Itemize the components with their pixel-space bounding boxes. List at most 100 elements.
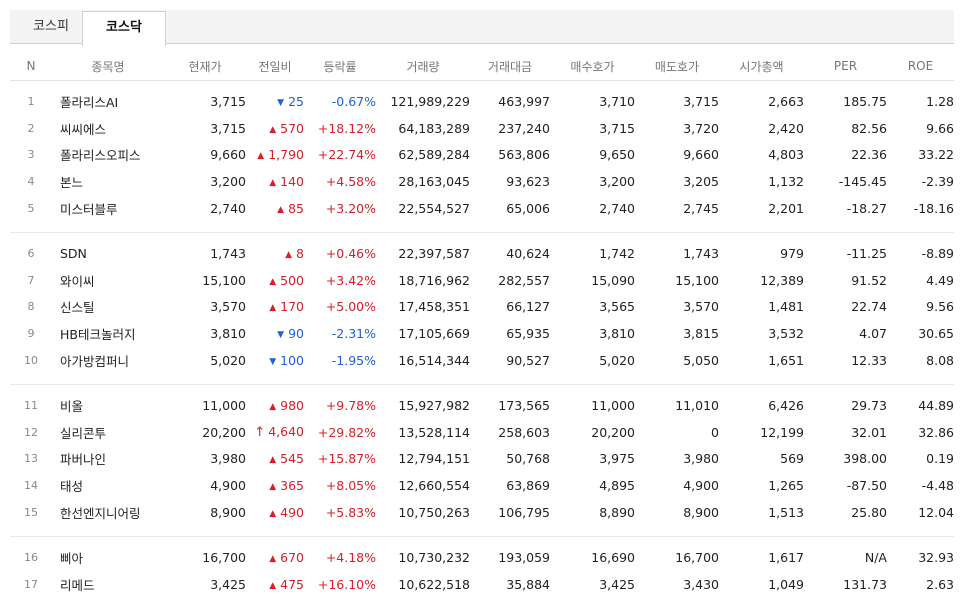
col-header-name: 종목명 [52, 52, 164, 81]
up-triangle-icon: ▲ [269, 303, 277, 314]
table-row[interactable]: 9 HB테크놀러지 3,810 ▼ 90 -2.31% 17,105,669 65,935 3,… [10, 320, 955, 347]
change-amount: ▲ 545 [246, 446, 304, 473]
change-rate: +16.10% [317, 576, 376, 592]
col-header-change[interactable]: 전일비 [246, 52, 304, 81]
bid-price: 11,000 [591, 397, 635, 413]
stock-name-link[interactable]: 아가방컴퍼니 [52, 347, 164, 374]
col-header-mcap[interactable]: 시가총액 [719, 52, 804, 81]
col-header-price[interactable]: 현재가 [164, 52, 246, 81]
trade-amount: 282,557 [498, 272, 550, 288]
table-row[interactable]: 12 실리콘투 20,200 ↑ 4,640 +29.82% 13,528,114 258,6… [10, 419, 954, 446]
bid-price: 4,895 [599, 478, 635, 494]
col-header-ask[interactable]: 매도호가 [635, 52, 719, 81]
table-row[interactable]: 13 파버나인 3,980 ▲ 545 +15.87% 12,794,151 50,768 3,… [10, 446, 954, 473]
table-row[interactable]: 4 본느 3,200 ▲ 140 +4.58% 28,163,045 93,623 3,200 3… [10, 168, 955, 195]
rank-number: 6 [27, 246, 35, 260]
stock-name-link[interactable]: 신스틸 [52, 294, 164, 321]
bid-price: 9,650 [599, 147, 635, 163]
stock-name-link[interactable]: 리메드 [52, 571, 164, 598]
trade-amount: 563,806 [498, 147, 550, 163]
roe-value: 33.22 [918, 147, 954, 163]
col-header-rate[interactable]: 등락률 [304, 52, 376, 81]
change-rate: +8.05% [325, 478, 376, 494]
table-row[interactable]: 14 태성 4,900 ▲ 365 +8.05% 12,660,554 63,869 4,895… [10, 472, 954, 499]
rank-number: 7 [27, 273, 35, 287]
change-amount: ▲ 8 [246, 240, 304, 267]
bid-price: 3,810 [599, 326, 635, 342]
table-row[interactable]: 15 한선엔지니어링 8,900 ▲ 490 +5.83% 10,750,263 106,79… [10, 499, 954, 526]
col-header-per[interactable]: PER [804, 52, 887, 81]
roe-value: 12.04 [918, 505, 954, 521]
table-row[interactable]: 3 폴라리스오피스 9,660 ▲ 1,790 +22.74% 62,589,284 563,… [10, 142, 955, 169]
per-value: 4.07 [859, 326, 887, 342]
change-rate: +15.87% [317, 451, 376, 467]
ask-price: 1,743 [683, 245, 719, 261]
table-row[interactable]: 5 미스터블루 2,740 ▲ 85 +3.20% 22,554,527 65,006 2,74… [10, 195, 955, 222]
roe-value: -8.89 [921, 245, 954, 261]
tab-kospi[interactable]: 코스피 [20, 10, 82, 44]
stock-name-link[interactable]: HB테크놀러지 [52, 320, 164, 347]
trade-volume: 13,528,114 [398, 424, 470, 440]
stock-name-link[interactable]: SDN [52, 240, 164, 267]
tab-kosdaq[interactable]: 코스닥 [82, 11, 166, 46]
current-price: 3,810 [210, 326, 246, 342]
roe-value: 1.28 [926, 93, 954, 109]
stock-name-link[interactable]: 파버나인 [52, 446, 164, 473]
per-value: 398.00 [843, 451, 887, 467]
col-header-volume[interactable]: 거래량 [376, 52, 470, 81]
bid-price: 3,200 [599, 174, 635, 190]
rank-number: 3 [27, 148, 35, 162]
table-row[interactable]: 10 아가방컴퍼니 5,020 ▼ 100 -1.95% 16,514,344 90,527 5… [10, 347, 954, 374]
change-value: 25 [288, 93, 304, 109]
market-cap: 2,420 [768, 120, 804, 136]
stock-name-link[interactable]: 비올 [52, 392, 164, 419]
table-row[interactable]: 8 신스틸 3,570 ▲ 170 +5.00% 17,458,351 66,127 3,565… [10, 294, 955, 321]
trade-amount: 40,624 [506, 245, 550, 261]
change-rate: +0.46% [325, 245, 376, 261]
stock-name-link[interactable]: 삐아 [52, 544, 164, 571]
table-row[interactable]: 6 SDN 1,743 ▲ 8 +0.46% 22,397,587 40,624 1,742 1,… [10, 240, 955, 267]
bid-price: 5,020 [599, 353, 635, 369]
change-value: 365 [280, 478, 304, 494]
rank-number: 13 [24, 452, 38, 466]
group-top-gap [10, 233, 954, 240]
table-row[interactable]: 2 씨씨에스 3,715 ▲ 570 +18.12% 64,183,289 237,240 3,… [10, 115, 955, 142]
stock-name-link[interactable]: 폴라리스AI [52, 88, 164, 115]
trade-amount: 93,623 [506, 174, 550, 190]
table-row[interactable]: 11 비올 11,000 ▲ 980 +9.78% 15,927,982 173,565 11,… [10, 392, 954, 419]
stock-name-link[interactable]: 미스터블루 [52, 195, 164, 222]
per-value: 32.01 [851, 424, 887, 440]
stock-name-link[interactable]: 씨씨에스 [52, 115, 164, 142]
stock-name-link[interactable]: 폴라리스오피스 [52, 142, 164, 169]
trade-volume: 15,927,982 [398, 397, 470, 413]
trade-volume: 62,589,284 [398, 147, 470, 163]
market-cap: 12,389 [760, 272, 804, 288]
col-header-amount[interactable]: 거래대금 [470, 52, 550, 81]
col-header-bid[interactable]: 매수호가 [550, 52, 635, 81]
roe-value: 0.19 [926, 451, 954, 467]
rank-number: 17 [24, 577, 38, 591]
stock-name-link[interactable]: 실리콘투 [52, 419, 164, 446]
current-price: 3,570 [210, 299, 246, 315]
trade-amount: 65,006 [506, 201, 550, 217]
stock-name-link[interactable]: 본느 [52, 168, 164, 195]
bid-price: 1,742 [599, 245, 635, 261]
table-row[interactable]: 1 폴라리스AI 3,715 ▼ 25 -0.67% 121,989,229 463,997 3… [10, 88, 955, 115]
current-price: 3,715 [210, 93, 246, 109]
table-row[interactable]: 7 와이씨 15,100 ▲ 500 +3.42% 18,716,962 282,557 15,… [10, 267, 955, 294]
trade-amount: 65,935 [506, 326, 550, 342]
up-triangle-icon: ▲ [269, 401, 277, 412]
per-value: 25.80 [851, 505, 887, 521]
table-row[interactable]: 17 리메드 3,425 ▲ 475 +16.10% 10,622,518 35,884 3,4… [10, 571, 954, 598]
trade-amount: 50,768 [506, 451, 550, 467]
down-triangle-icon: ▼ [277, 97, 285, 108]
stock-name-link[interactable]: 태성 [52, 472, 164, 499]
col-header-roe[interactable]: ROE [887, 52, 954, 81]
stock-name-link[interactable]: 한선엔지니어링 [52, 499, 164, 526]
current-price: 20,200 [202, 424, 246, 440]
table-row[interactable]: 16 삐아 16,700 ▲ 670 +4.18% 10,730,232 193,059 16,… [10, 544, 954, 571]
change-amount: ▲ 980 [246, 392, 304, 419]
current-price: 9,660 [210, 147, 246, 163]
market-cap: 1,651 [768, 353, 804, 369]
stock-name-link[interactable]: 와이씨 [52, 267, 164, 294]
